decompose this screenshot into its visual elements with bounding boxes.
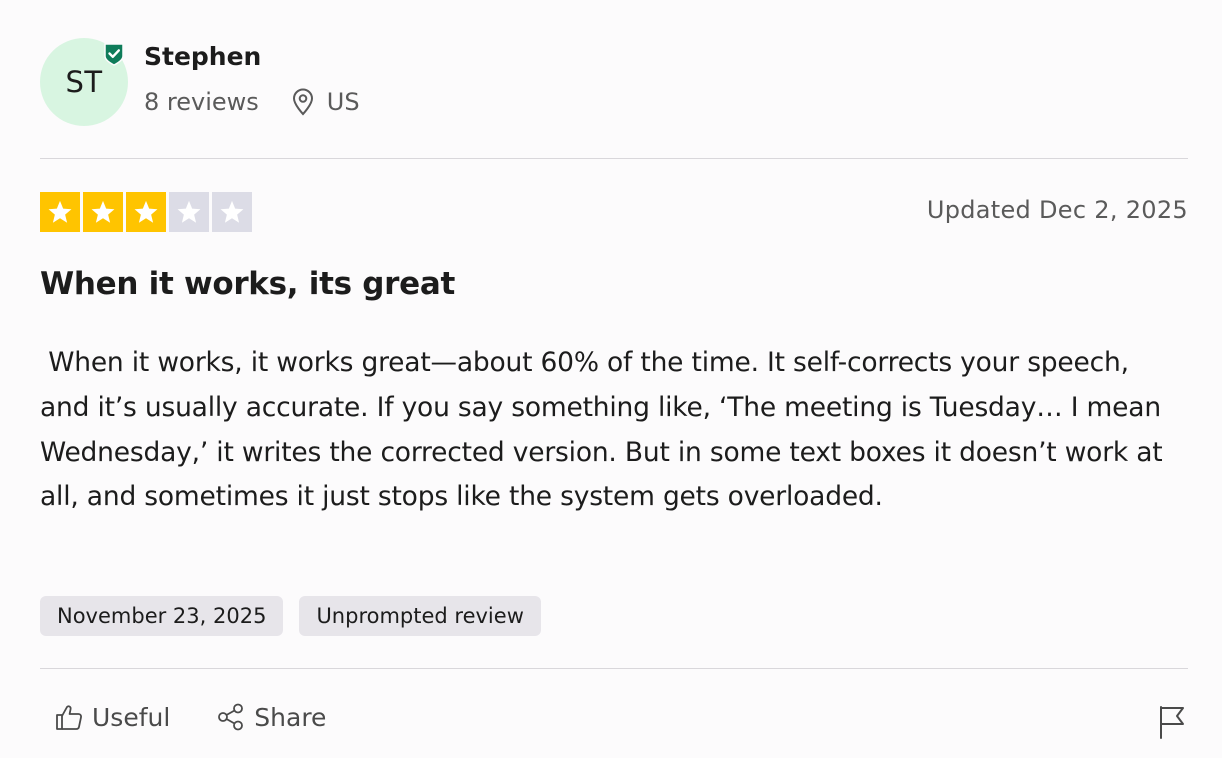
review-card: ST Stephen 8 reviews US Updated Dec 2, 2…: [40, 0, 1188, 758]
share-icon: [218, 703, 244, 731]
review-actions: Useful Share: [54, 702, 326, 732]
thumbs-up-icon: [56, 705, 82, 730]
reviews-count: 8 reviews: [144, 88, 259, 116]
star-3-filled: [126, 192, 166, 232]
footer-divider: [40, 668, 1188, 669]
useful-label: Useful: [92, 702, 171, 732]
reviewer-name[interactable]: Stephen: [144, 42, 261, 71]
location-label: US: [326, 88, 360, 116]
avatar-initials: ST: [65, 65, 103, 99]
star-icon: [91, 200, 115, 223]
reviewer-header: ST Stephen 8 reviews US: [40, 38, 1188, 128]
reviewer-location: US: [291, 88, 360, 116]
star-icon: [134, 200, 158, 223]
star-icon: [48, 200, 72, 223]
review-title[interactable]: When it works, its great: [40, 266, 455, 302]
star-5-empty: [212, 192, 252, 232]
location-pin-icon: [292, 88, 313, 116]
review-tags: November 23, 2025 Unprompted review: [40, 596, 541, 636]
header-divider: [40, 158, 1188, 159]
review-updated-date: Updated Dec 2, 2025: [926, 196, 1188, 224]
flag-icon[interactable]: [1158, 705, 1186, 739]
star-rating: [40, 192, 252, 232]
reviewer-meta: 8 reviews US: [144, 88, 360, 116]
star-4-empty: [169, 192, 209, 232]
review-type-tag[interactable]: Unprompted review: [299, 596, 541, 636]
star-icon: [220, 200, 244, 223]
share-button[interactable]: Share: [216, 702, 326, 732]
star-1-filled: [40, 192, 80, 232]
star-2-filled: [83, 192, 123, 232]
review-body: When it works, it works great—about 60% …: [40, 347, 1171, 513]
experience-date-tag: November 23, 2025: [40, 596, 284, 636]
useful-button[interactable]: Useful: [54, 702, 170, 732]
star-icon: [177, 200, 201, 223]
share-label: Share: [254, 702, 327, 732]
verified-check-icon: [104, 43, 124, 66]
